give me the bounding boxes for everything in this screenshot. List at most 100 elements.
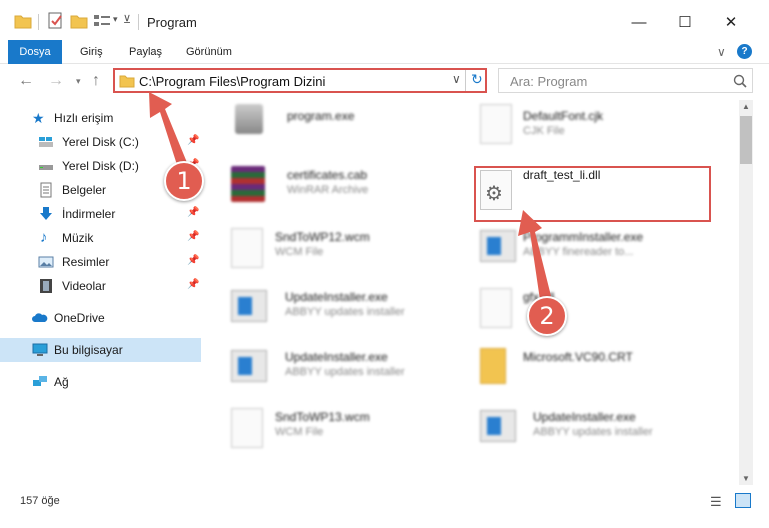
installer-file-icon bbox=[231, 350, 267, 382]
sidebar-item-label: OneDrive bbox=[54, 311, 105, 325]
pin-icon[interactable]: 📌 bbox=[187, 231, 199, 242]
sidebar-item-label: Bu bilgisayar bbox=[54, 343, 123, 357]
pin-icon[interactable]: 📌 bbox=[187, 135, 199, 146]
sidebar-item-label: Hızlı erişim bbox=[54, 111, 114, 125]
large-icons-view-icon[interactable] bbox=[735, 493, 751, 508]
tab-file[interactable]: Dosya bbox=[8, 40, 62, 64]
ribbon-expand-button[interactable]: ∨ bbox=[717, 40, 726, 64]
item-count: 157 öğe bbox=[20, 495, 60, 507]
pictures-icon bbox=[38, 256, 54, 268]
pin-icon[interactable]: 📌 bbox=[187, 255, 199, 266]
sidebar-item-this-pc[interactable]: Bu bilgisayar bbox=[0, 338, 201, 362]
ribbon-tabs: Dosya Giriş Paylaş Görünüm ∨ ? bbox=[0, 40, 769, 64]
file-name: SndToWP12.wcm bbox=[275, 230, 370, 244]
status-bar: 157 öğe ☰ bbox=[0, 485, 769, 528]
sidebar-item-label: Müzik bbox=[62, 231, 94, 245]
address-bar[interactable]: C:\Program Files\Program Dizini ∨ ↻ bbox=[113, 68, 487, 93]
tab-view[interactable]: Görünüm bbox=[186, 40, 232, 64]
new-folder-icon[interactable] bbox=[70, 12, 88, 30]
file-type: ABBYY updates installer bbox=[285, 366, 405, 378]
sidebar-item-label: Videolar bbox=[62, 279, 106, 293]
forward-arrow-icon[interactable]: → bbox=[48, 72, 64, 90]
drive-icon bbox=[39, 165, 53, 170]
tab-home[interactable]: Giriş bbox=[80, 40, 103, 64]
file-name: Microsoft.VC90.CRT bbox=[523, 350, 633, 364]
sidebar-item-local-disk-c[interactable]: Yerel Disk (C:) 📌 bbox=[0, 130, 201, 154]
file-name: SndToWP13.wcm bbox=[275, 410, 370, 424]
search-input[interactable]: Ara: Program bbox=[510, 74, 587, 89]
search-icon[interactable] bbox=[733, 74, 747, 88]
highlight-frame bbox=[474, 166, 711, 222]
scroll-down-icon[interactable]: ▼ bbox=[742, 474, 750, 483]
address-path[interactable]: C:\Program Files\Program Dizini bbox=[139, 74, 325, 89]
network-icon bbox=[33, 376, 47, 386]
file-name: program.exe bbox=[287, 109, 355, 123]
sidebar-item-music[interactable]: ♪ Müzik 📌 bbox=[0, 226, 201, 250]
sidebar-item-videos[interactable]: Videolar 📌 bbox=[0, 274, 201, 298]
file-type: ABBYY updates installer bbox=[533, 426, 653, 438]
refresh-icon[interactable]: ↻ bbox=[471, 71, 483, 88]
file-list: program.exe DefaultFont.cjk CJK File cer… bbox=[207, 100, 739, 485]
back-arrow-icon[interactable]: ← bbox=[18, 72, 34, 90]
sidebar-item-downloads[interactable]: İndirmeler 📌 bbox=[0, 202, 201, 226]
document-file-icon bbox=[231, 228, 263, 268]
sidebar-item-quick-access[interactable]: ★ Hızlı erişim bbox=[0, 106, 201, 130]
file-type: ABBYY finereader to... bbox=[523, 246, 634, 258]
file-name: UpdateInstaller.exe bbox=[285, 350, 388, 364]
recent-locations-icon[interactable]: ▾ bbox=[76, 76, 81, 87]
close-button[interactable]: ✕ bbox=[708, 6, 754, 38]
download-arrow-icon bbox=[40, 207, 52, 220]
help-button[interactable]: ? bbox=[737, 44, 752, 59]
pin-icon[interactable]: 📌 bbox=[187, 279, 199, 290]
file-name: UpdateInstaller.exe bbox=[533, 410, 636, 424]
sidebar-item-pictures[interactable]: Resimler 📌 bbox=[0, 250, 201, 274]
exe-file-icon bbox=[235, 104, 263, 134]
file-type: WCM File bbox=[275, 426, 324, 438]
scroll-up-icon[interactable]: ▲ bbox=[742, 102, 750, 111]
folder-icon bbox=[480, 348, 506, 384]
customize-toolbar-icon[interactable]: ⊻ bbox=[123, 13, 131, 31]
document-file-icon bbox=[480, 288, 512, 328]
chevron-down-icon[interactable]: ▾ bbox=[113, 14, 118, 32]
file-name: ProgrammInstaller.exe bbox=[523, 230, 644, 244]
tab-share[interactable]: Paylaş bbox=[129, 40, 162, 64]
step-badge-2: 2 bbox=[527, 296, 567, 336]
folder-icon bbox=[119, 75, 135, 88]
up-arrow-icon[interactable]: ↑ bbox=[92, 72, 100, 90]
file-explorer-window: ▾ ⊻ Program — ☐ ✕ Dosya Giriş Paylaş Gör… bbox=[0, 0, 769, 528]
music-note-icon: ♪ bbox=[40, 229, 48, 246]
sidebar-item-label: Resimler bbox=[62, 255, 110, 269]
installer-file-icon bbox=[231, 290, 267, 322]
file-name: UpdateInstaller.exe bbox=[285, 290, 388, 304]
sidebar-item-network[interactable]: Ağ bbox=[0, 370, 201, 394]
search-box[interactable]: Ara: Program bbox=[498, 68, 753, 93]
pin-icon[interactable]: 📌 bbox=[187, 207, 199, 218]
address-dropdown-icon[interactable]: ∨ bbox=[452, 72, 461, 86]
sidebar-item-label: Ağ bbox=[54, 375, 69, 389]
sidebar-item-label: Belgeler bbox=[62, 183, 107, 197]
navigation-pane: ★ Hızlı erişim Yerel Disk (C:) 📌 Yerel D… bbox=[0, 100, 207, 485]
sidebar-item-label: İndirmeler bbox=[62, 207, 116, 221]
file-type: ABBYY updates installer bbox=[285, 306, 405, 318]
film-icon bbox=[40, 279, 52, 293]
archive-file-icon bbox=[231, 166, 265, 202]
sidebar-item-onedrive[interactable]: OneDrive bbox=[0, 306, 201, 330]
file-name: certificates.cab bbox=[287, 168, 368, 182]
star-icon: ★ bbox=[32, 110, 45, 126]
document-file-icon bbox=[480, 104, 512, 144]
minimize-button[interactable]: — bbox=[616, 6, 662, 38]
folder-icon bbox=[14, 15, 32, 29]
window-title: Program bbox=[147, 15, 197, 30]
scrollbar-thumb[interactable] bbox=[740, 116, 752, 164]
details-view-icon[interactable]: ☰ bbox=[710, 494, 722, 510]
properties-icon[interactable] bbox=[47, 12, 65, 30]
vertical-scrollbar[interactable]: ▲ ▼ bbox=[739, 100, 753, 485]
file-type: CJK File bbox=[523, 125, 565, 137]
file-type: WinRAR Archive bbox=[287, 184, 369, 196]
view-options-icon[interactable] bbox=[93, 12, 111, 30]
file-type: WCM File bbox=[275, 246, 324, 258]
maximize-button[interactable]: ☐ bbox=[662, 6, 708, 38]
sidebar-item-label: Yerel Disk (D:) bbox=[62, 159, 139, 173]
step-badge-1: 1 bbox=[164, 161, 204, 201]
installer-file-icon bbox=[480, 410, 516, 442]
